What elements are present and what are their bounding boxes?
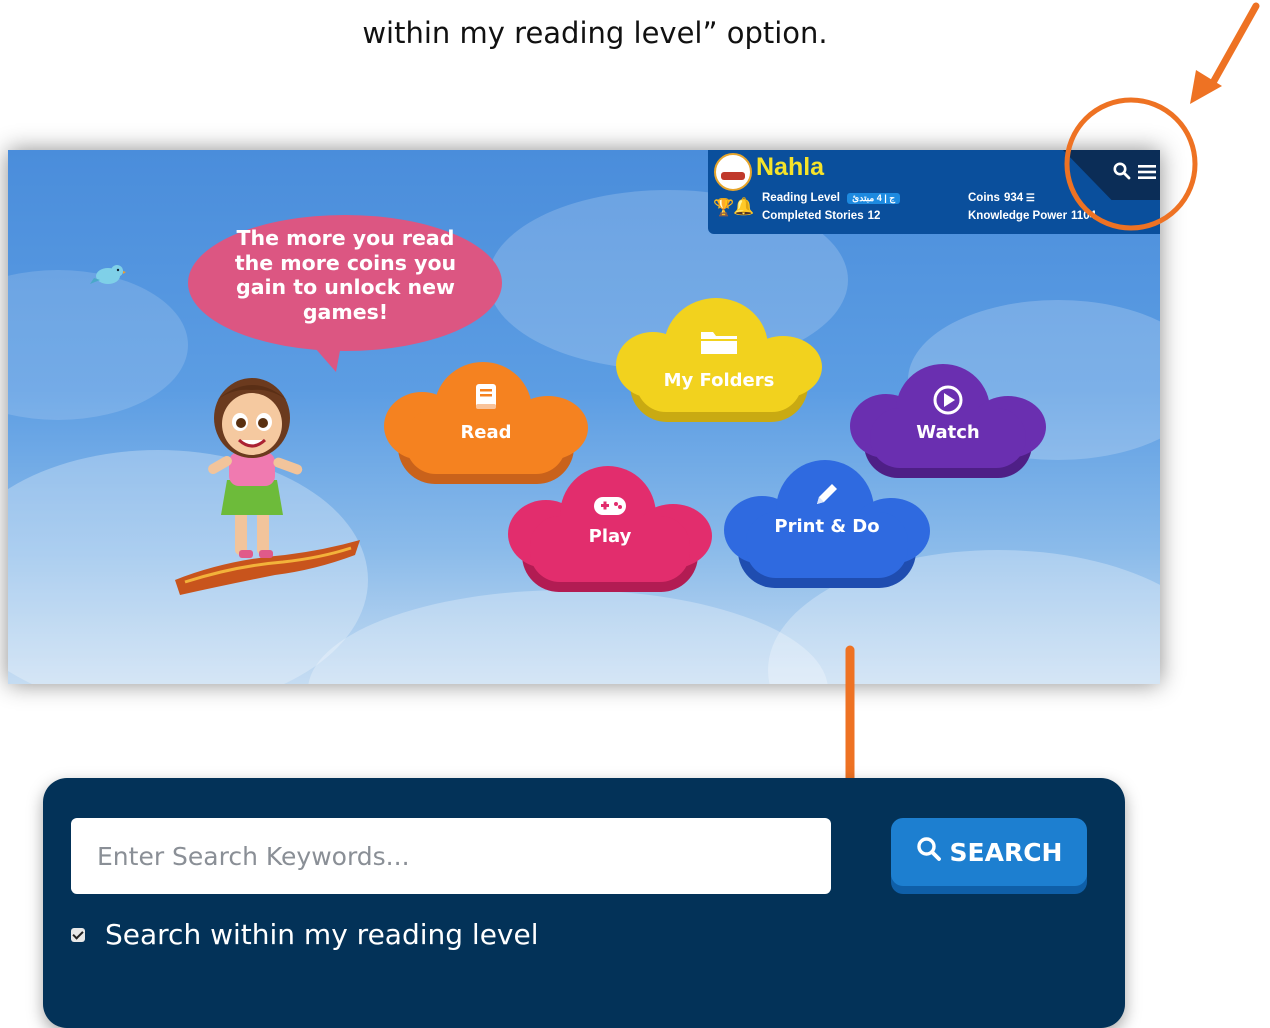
search-button[interactable]: SEARCH [891,818,1087,886]
search-input[interactable] [71,818,831,894]
search-button-label: SEARCH [949,837,1063,867]
annotation-arrow-line [1206,2,1260,92]
annotation-circle [1064,97,1198,231]
reading-level-checkbox[interactable] [71,927,85,942]
search-panel: SEARCH Search within my reading level [43,778,1125,1028]
reading-level-checkbox-label: Search within my reading level [105,918,539,951]
search-icon [916,836,942,868]
reading-level-filter[interactable]: Search within my reading level [71,918,539,951]
